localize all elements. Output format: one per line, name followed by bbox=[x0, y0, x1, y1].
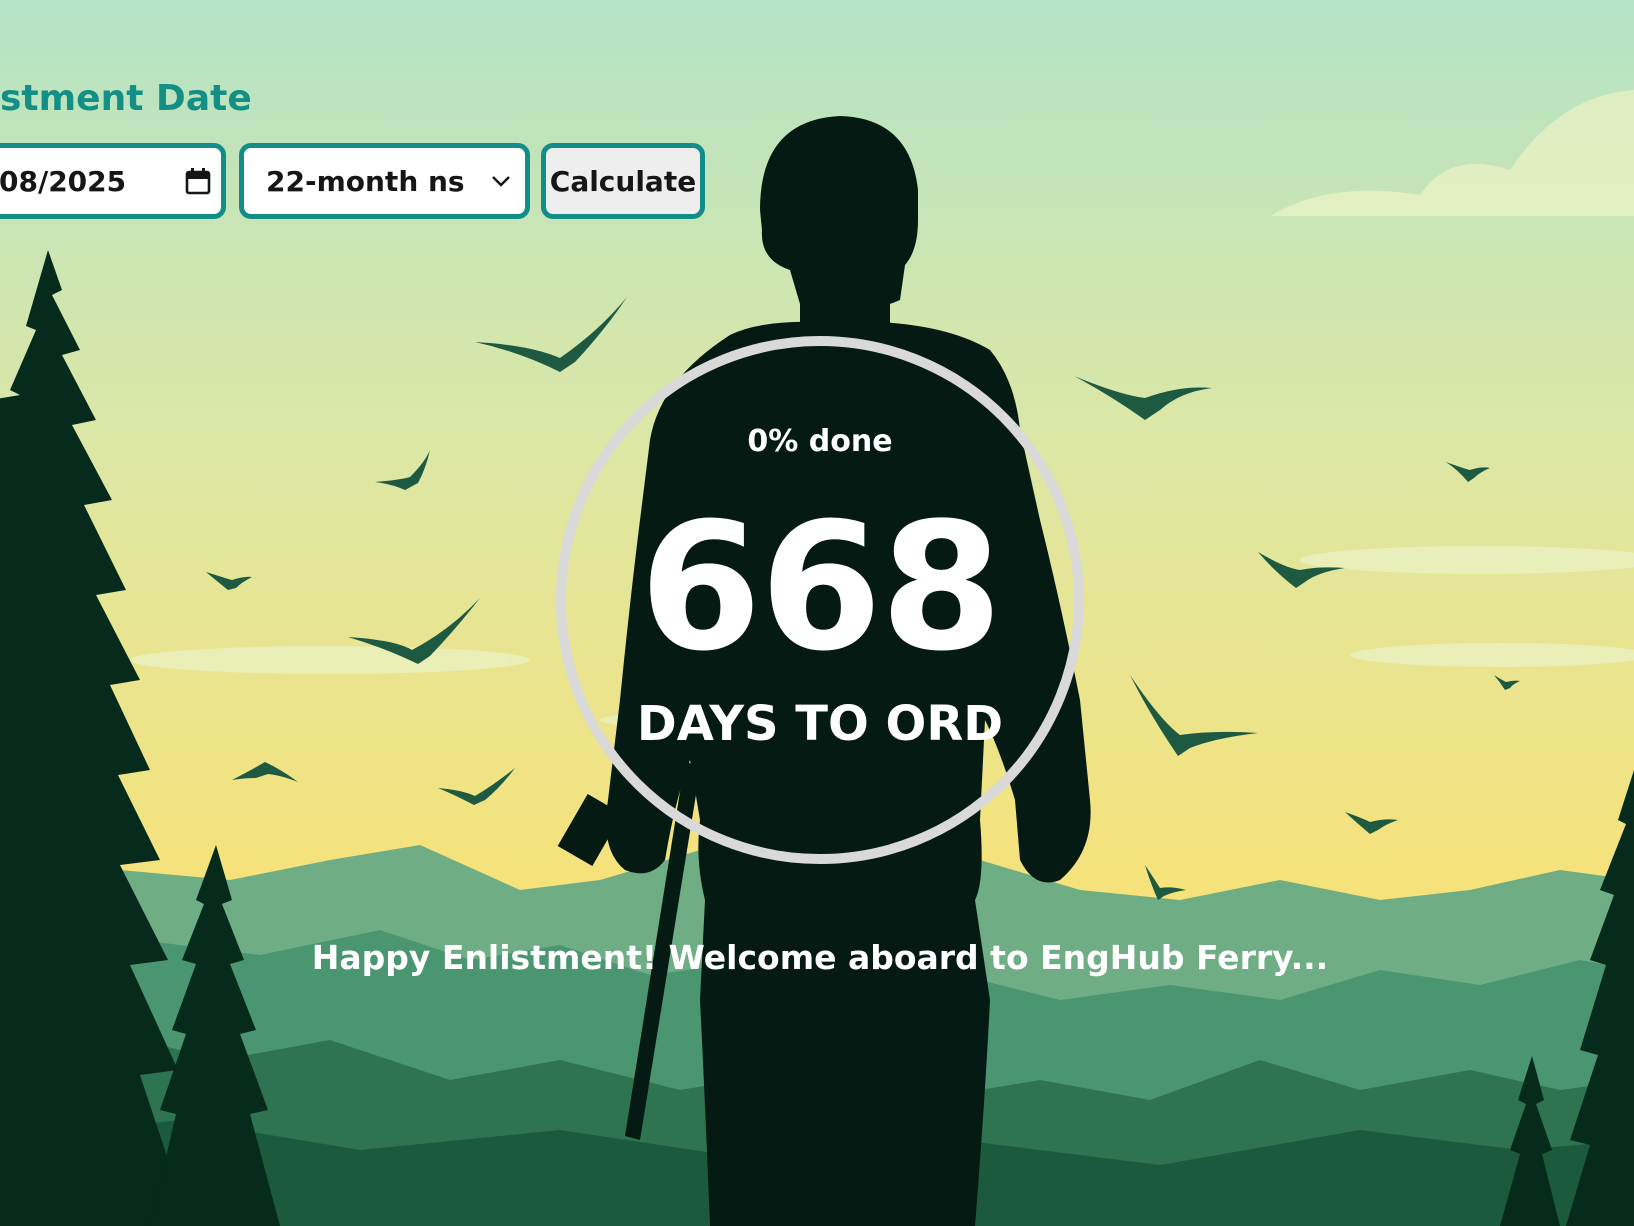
welcome-message: Happy Enlistment! Welcome aboard to EngH… bbox=[311, 938, 1329, 977]
calendar-icon[interactable] bbox=[185, 167, 211, 195]
service-duration-value: 22-month ns bbox=[266, 164, 465, 198]
calculate-button[interactable]: Calculate bbox=[541, 143, 705, 219]
chevron-down-icon bbox=[492, 176, 510, 187]
percent-done-text: 0% done bbox=[747, 424, 893, 459]
enlistment-date-input[interactable]: 08/2025 bbox=[0, 143, 226, 219]
days-to-ord-label: DAYS TO ORD bbox=[636, 696, 1004, 752]
enlistment-date-label: stment Date bbox=[0, 78, 252, 119]
date-value: 08/2025 bbox=[0, 164, 127, 198]
days-remaining-number: 668 bbox=[639, 485, 1002, 690]
service-duration-select[interactable]: 22-month ns bbox=[239, 143, 530, 219]
